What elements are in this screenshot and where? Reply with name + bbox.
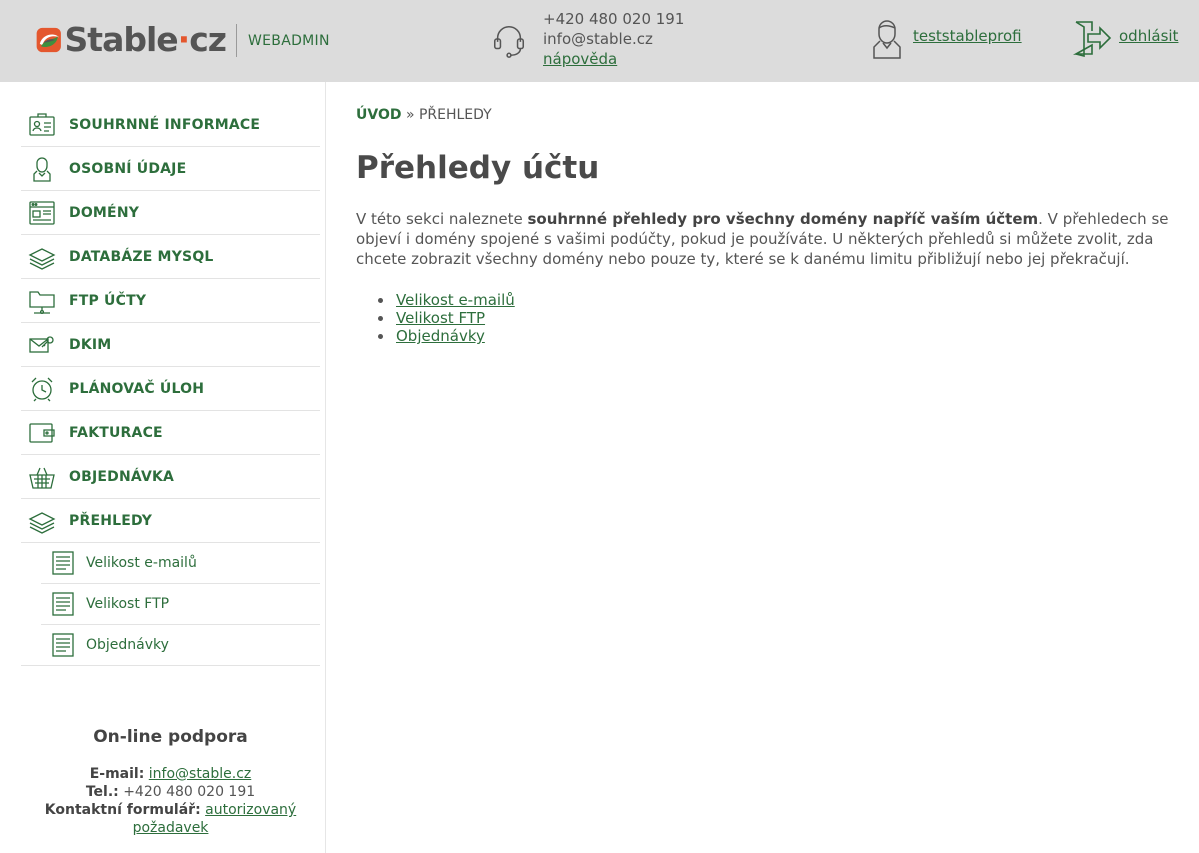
header-phone: +420 480 020 191 — [543, 10, 685, 28]
sidebar-subitem-ftp-size[interactable]: Velikost FTP — [41, 584, 320, 625]
logout-link[interactable]: odhlásit — [1119, 27, 1178, 45]
top-header: Stable·cz WEBADMIN +420 480 020 191 info… — [0, 0, 1199, 82]
sidebar-item-order[interactable]: OBJEDNÁVKA — [21, 455, 320, 499]
user-avatar-icon — [873, 20, 901, 59]
intro-paragraph: V této sekci naleznete souhrnné přehledy… — [356, 210, 1169, 268]
link-ftp-size[interactable]: Velikost FTP — [396, 309, 485, 327]
sidebar-subitem-orders[interactable]: Objednávky — [21, 625, 320, 666]
link-orders[interactable]: Objednávky — [396, 327, 485, 345]
username-link[interactable]: teststableprofi — [913, 27, 1022, 45]
browser-window-icon — [29, 200, 55, 225]
id-card-icon — [29, 112, 55, 136]
sidebar: SOUHRNNÉ INFORMACE OSOBNÍ ÚDAJE DOMÉNY D… — [0, 82, 326, 853]
alarm-clock-icon — [31, 377, 53, 401]
report-document-icon — [52, 633, 74, 657]
support-email-link[interactable]: info@stable.cz — [149, 766, 252, 782]
list-item: Velikost FTP — [356, 309, 515, 327]
sidebar-item-summary[interactable]: SOUHRNNÉ INFORMACE — [21, 103, 320, 147]
breadcrumb-current: PŘEHLEDY — [418, 107, 492, 123]
sidebar-item-domains[interactable]: DOMÉNY — [21, 191, 320, 235]
sidebar-nav: SOUHRNNÉ INFORMACE OSOBNÍ ÚDAJE DOMÉNY D… — [21, 103, 320, 666]
sidebar-item-label: OBJEDNÁVKA — [69, 468, 175, 485]
breadcrumb-separator: » — [405, 107, 415, 123]
sidebar-item-label: DKIM — [69, 336, 112, 353]
breadcrumb: ÚVOD » PŘEHLEDY — [356, 107, 492, 123]
sidebar-item-label: FAKTURACE — [69, 424, 163, 441]
layers-icon — [28, 511, 56, 534]
list-item: Velikost e-mailů — [356, 291, 515, 309]
shopping-basket-icon — [29, 467, 55, 489]
sidebar-item-overviews[interactable]: PŘEHLEDY — [21, 499, 320, 543]
contact-info: +420 480 020 191 info@stable.cz nápověda — [543, 9, 684, 69]
logo-wordmark: Stable·cz — [64, 20, 227, 59]
sidebar-item-label: SOUHRNNÉ INFORMACE — [69, 116, 261, 133]
sidebar-item-ftp[interactable]: FTP ÚČTY — [21, 279, 320, 323]
database-stack-icon — [28, 247, 56, 270]
logo-divider — [236, 24, 237, 57]
sidebar-item-label: PŘEHLEDY — [69, 512, 153, 529]
sidebar-item-personal[interactable]: OSOBNÍ ÚDAJE — [21, 147, 320, 191]
support-form-row: Kontaktní formulář: autorizovaný požadav… — [44, 802, 297, 836]
link-email-size[interactable]: Velikost e-mailů — [396, 291, 515, 309]
logout-icon[interactable] — [1072, 19, 1112, 57]
sidebar-subitem-label: Velikost FTP — [86, 596, 170, 612]
support-title: On-line podpora — [93, 727, 248, 747]
wallet-icon — [29, 422, 55, 443]
report-document-icon — [52, 551, 74, 575]
breadcrumb-home-link[interactable]: ÚVOD — [356, 107, 401, 123]
headset-icon — [493, 26, 525, 58]
report-document-icon — [52, 592, 74, 616]
sidebar-subitem-label: Velikost e-mailů — [86, 555, 197, 571]
person-icon — [33, 156, 51, 182]
sidebar-item-label: DATABÁZE MYSQL — [69, 248, 214, 265]
help-link[interactable]: nápověda — [543, 49, 684, 69]
header-email: info@stable.cz — [543, 30, 653, 48]
sidebar-item-billing[interactable]: FAKTURACE — [21, 411, 320, 455]
sidebar-item-databases[interactable]: DATABÁZE MYSQL — [21, 235, 320, 279]
section-label: WEBADMIN — [248, 33, 330, 49]
sidebar-subitem-label: Objednávky — [86, 637, 169, 653]
stable-logo-icon — [36, 27, 61, 53]
overview-links: Velikost e-mailů Velikost FTP Objednávky — [356, 291, 515, 345]
support-phone-row: Tel.: +420 480 020 191 — [85, 784, 256, 800]
support-email-row: E-mail: info@stable.cz — [89, 766, 252, 782]
sidebar-item-label: FTP ÚČTY — [69, 292, 147, 309]
envelope-key-icon — [29, 335, 54, 353]
folder-network-icon — [29, 290, 55, 314]
logo[interactable]: Stable·cz — [36, 17, 227, 63]
sidebar-subitem-email-size[interactable]: Velikost e-mailů — [41, 543, 320, 584]
sidebar-item-scheduler[interactable]: PLÁNOVAČ ÚLOH — [21, 367, 320, 411]
list-item: Objednávky — [356, 327, 515, 345]
online-support: On-line podpora E-mail: info@stable.cz T… — [21, 727, 320, 837]
sidebar-item-label: PLÁNOVAČ ÚLOH — [69, 380, 205, 397]
sidebar-item-dkim[interactable]: DKIM — [21, 323, 320, 367]
page-title: Přehledy účtu — [356, 150, 600, 186]
sidebar-item-label: DOMÉNY — [69, 204, 140, 221]
sidebar-item-label: OSOBNÍ ÚDAJE — [69, 160, 187, 177]
